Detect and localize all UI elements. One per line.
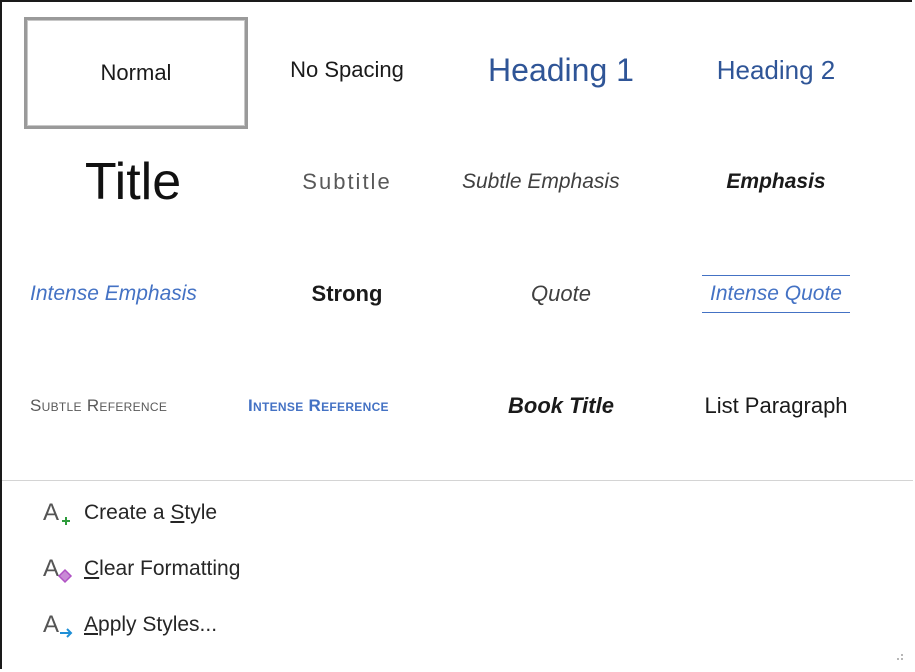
style-subtle-reference-label: Subtle Reference bbox=[30, 396, 168, 415]
apply-styles-button[interactable]: A Apply Styles... bbox=[42, 608, 217, 642]
style-emphasis-label: Emphasis bbox=[726, 170, 826, 193]
styles-gallery-dropdown: Normal No Spacing Heading 1 Heading 2 Ti… bbox=[0, 0, 914, 669]
clear-formatting-button[interactable]: A Clear Formatting bbox=[42, 552, 240, 586]
style-heading-1[interactable]: Heading 1 bbox=[446, 17, 676, 123]
style-intense-quote[interactable]: Intense Quote bbox=[682, 241, 870, 347]
create-style-label-start: Create a bbox=[84, 501, 171, 524]
style-list-paragraph-label: List Paragraph bbox=[704, 393, 848, 418]
create-style-label-end: tyle bbox=[184, 501, 218, 524]
clear-formatting-icon: A bbox=[42, 552, 84, 586]
style-strong-label: Strong bbox=[311, 281, 383, 306]
style-intense-emphasis[interactable]: Intense Emphasis bbox=[30, 241, 226, 347]
style-intense-reference[interactable]: Intense Reference bbox=[248, 353, 442, 459]
style-list-paragraph[interactable]: List Paragraph bbox=[676, 353, 876, 459]
clear-formatting-label-end: lear Formatting bbox=[99, 557, 241, 580]
style-title-label: Title bbox=[84, 153, 182, 211]
styles-gallery: Normal No Spacing Heading 1 Heading 2 Ti… bbox=[16, 14, 896, 474]
style-subtitle-label: Subtitle bbox=[302, 169, 392, 194]
style-book-title-label: Book Title bbox=[508, 393, 614, 418]
style-quote[interactable]: Quote bbox=[446, 241, 676, 347]
svg-text:A: A bbox=[43, 499, 59, 526]
style-title[interactable]: Title bbox=[24, 129, 242, 235]
style-intense-quote-label: Intense Quote bbox=[702, 275, 850, 313]
create-style-accesskey: S bbox=[170, 501, 185, 524]
style-subtle-emphasis[interactable]: Subtle Emphasis bbox=[462, 129, 656, 235]
create-style-label: Create a Style bbox=[84, 501, 217, 525]
style-heading-1-label: Heading 1 bbox=[488, 51, 634, 88]
clear-formatting-label: Clear Formatting bbox=[84, 557, 240, 581]
style-quote-label: Quote bbox=[531, 281, 591, 306]
style-strong[interactable]: Strong bbox=[252, 241, 442, 347]
apply-styles-accesskey: A bbox=[84, 613, 99, 636]
apply-styles-label-end: pply Styles... bbox=[98, 613, 218, 636]
create-style-icon: A bbox=[42, 496, 84, 530]
style-subtle-reference[interactable]: Subtle Reference bbox=[30, 353, 226, 459]
style-normal[interactable]: Normal bbox=[24, 17, 248, 129]
gallery-divider bbox=[2, 480, 914, 481]
style-subtitle[interactable]: Subtitle bbox=[252, 129, 442, 235]
svg-text:A: A bbox=[43, 555, 59, 582]
style-emphasis[interactable]: Emphasis bbox=[676, 129, 876, 235]
style-heading-2[interactable]: Heading 2 bbox=[676, 17, 876, 123]
apply-styles-icon: A bbox=[42, 608, 84, 642]
apply-styles-label: Apply Styles... bbox=[84, 613, 217, 637]
style-no-spacing[interactable]: No Spacing bbox=[252, 17, 442, 123]
style-intense-reference-label: Intense Reference bbox=[248, 396, 389, 415]
style-subtle-emphasis-label: Subtle Emphasis bbox=[462, 170, 620, 193]
clear-formatting-accesskey: C bbox=[84, 557, 100, 580]
style-book-title[interactable]: Book Title bbox=[446, 353, 676, 459]
resize-grip-icon[interactable] bbox=[896, 653, 904, 661]
style-normal-label: Normal bbox=[100, 60, 172, 85]
style-intense-emphasis-label: Intense Emphasis bbox=[30, 282, 197, 305]
create-style-button[interactable]: A Create a Style bbox=[42, 496, 217, 530]
style-no-spacing-label: No Spacing bbox=[290, 57, 404, 82]
svg-text:A: A bbox=[43, 611, 59, 638]
style-heading-2-label: Heading 2 bbox=[716, 54, 836, 85]
